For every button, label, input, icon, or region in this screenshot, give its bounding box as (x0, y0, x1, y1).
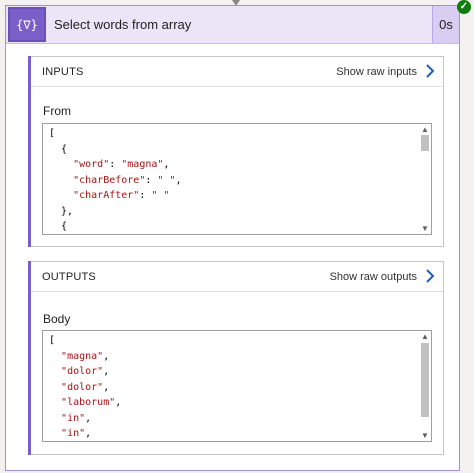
outputs-heading: OUTPUTS (42, 271, 96, 283)
from-label: From (43, 104, 71, 118)
json-string: "in" (61, 428, 86, 439)
json-punctuation: , (115, 397, 122, 408)
code-line: }, (49, 204, 417, 220)
json-punctuation (49, 366, 61, 377)
json-punctuation: , (103, 381, 110, 393)
body-label: Body (43, 312, 71, 326)
code-line: { (49, 142, 417, 158)
show-raw-outputs-link[interactable]: Show raw outputs (330, 271, 417, 283)
json-punctuation (49, 397, 61, 408)
json-punctuation (49, 382, 61, 393)
json-punctuation: : (139, 190, 152, 201)
check-circle-icon: ✓ (457, 0, 471, 14)
inputs-heading: INPUTS (42, 66, 84, 78)
json-punctuation (49, 190, 73, 201)
json-punctuation: , (85, 412, 92, 424)
json-string: "in" (61, 412, 86, 424)
json-punctuation: }, (49, 205, 74, 217)
body-code-box[interactable]: [ "magna", "dolor", "dolor", "laborum", … (42, 330, 432, 442)
json-string: "magna" (61, 350, 104, 362)
json-punctuation: [ (49, 128, 56, 139)
chevron-right-icon[interactable] (423, 266, 437, 286)
inputs-section: INPUTS Show raw inputs From [ { "word": … (28, 56, 444, 247)
code-line: "charAfter": " " (49, 188, 417, 204)
inputs-section-header: INPUTS Show raw inputs (31, 57, 443, 87)
code-line: "dolor", (49, 380, 417, 396)
json-string: "dolor" (61, 366, 104, 377)
json-string: "word" (73, 159, 110, 170)
json-punctuation: , (103, 350, 110, 362)
json-punctuation: , (175, 174, 182, 186)
json-punctuation: , (103, 366, 110, 377)
json-punctuation (49, 428, 61, 439)
chevron-right-icon[interactable] (423, 61, 437, 81)
scroll-down-icon[interactable]: ▼ (419, 223, 431, 234)
duration-badge: 0s (432, 6, 459, 43)
json-string: "charBefore" (73, 174, 146, 186)
json-string: "laborum" (61, 397, 116, 408)
action-title: Select words from array (54, 17, 192, 32)
json-punctuation: { (49, 143, 68, 155)
json-string: " " (157, 174, 176, 186)
json-punctuation: [ (49, 335, 56, 346)
code-line: "in", (49, 426, 417, 441)
code-line: "magna", (49, 349, 417, 365)
json-punctuation: : (109, 159, 122, 170)
scroll-thumb[interactable] (421, 343, 429, 417)
body-scrollbar[interactable]: ▲ ▼ (419, 331, 431, 441)
json-string: "charAfter" (73, 190, 140, 201)
scroll-up-icon[interactable]: ▲ (419, 331, 431, 342)
code-line: "charBefore": " ", (49, 173, 417, 189)
json-punctuation (49, 159, 73, 170)
code-line: { (49, 219, 417, 234)
scroll-up-icon[interactable]: ▲ (419, 124, 431, 135)
json-string: "magna" (121, 159, 164, 170)
scroll-thumb[interactable] (421, 135, 429, 151)
scroll-down-icon[interactable]: ▼ (419, 430, 431, 441)
json-punctuation: , (163, 159, 170, 170)
json-punctuation: { (49, 221, 68, 232)
code-line: "dolor", (49, 364, 417, 380)
action-header[interactable]: {∇} Select words from array 0s (6, 6, 459, 44)
data-operation-icon: {∇} (8, 7, 46, 42)
json-string: " " (151, 190, 170, 201)
code-line: "in", (49, 411, 417, 427)
json-string: "dolor" (61, 381, 104, 393)
code-line: "word": "magna", (49, 157, 417, 173)
json-punctuation: : (145, 174, 158, 186)
json-punctuation (49, 351, 61, 362)
from-scrollbar[interactable]: ▲ ▼ (419, 124, 431, 234)
outputs-section-header: OUTPUTS Show raw outputs (31, 262, 443, 292)
code-line: [ (49, 333, 417, 349)
body-json-content: [ "magna", "dolor", "dolor", "laborum", … (49, 333, 417, 441)
json-punctuation (49, 413, 61, 424)
from-json-content: [ { "word": "magna", "charBefore": " ", … (49, 126, 417, 234)
json-punctuation (49, 175, 73, 186)
code-line: "laborum", (49, 395, 417, 411)
show-raw-inputs-link[interactable]: Show raw inputs (336, 66, 417, 78)
action-card: {∇} Select words from array 0s INPUTS Sh… (5, 5, 460, 471)
json-punctuation: , (85, 428, 92, 439)
from-code-box[interactable]: [ { "word": "magna", "charBefore": " ", … (42, 123, 432, 235)
outputs-section: OUTPUTS Show raw outputs Body [ "magna",… (28, 261, 444, 455)
code-line: [ (49, 126, 417, 142)
